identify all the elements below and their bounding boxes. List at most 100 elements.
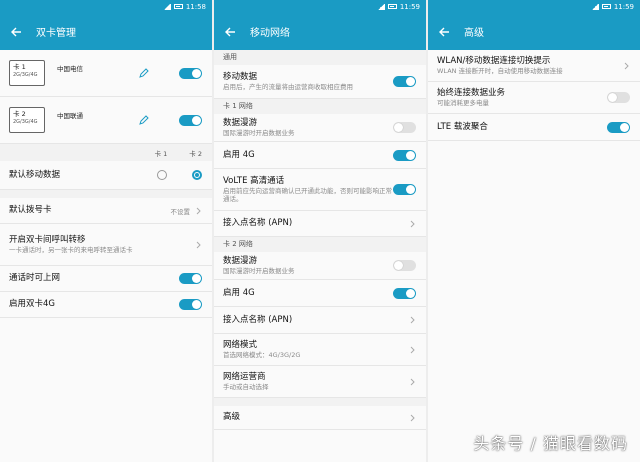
apn2-row[interactable]: 接入点名称 (APN) <box>214 307 426 334</box>
chevron-right-icon <box>194 207 202 215</box>
default-dial-value: 不设置 <box>170 207 191 216</box>
enable-4g-2-toggle[interactable] <box>393 287 416 299</box>
call-forward-subtitle: 一卡通话时，另一张卡的来电呼转至通话卡 <box>9 245 133 254</box>
section-card2: 卡 2 网络 <box>214 237 426 252</box>
signal-icon <box>162 3 171 10</box>
chevron-right-icon <box>408 346 416 354</box>
sim-card-icon: 卡 1 2G/3G/4G <box>9 60 45 86</box>
wlan-switch-subtitle: WLAN 连接断开时，自动使用移动数据连接 <box>437 66 563 75</box>
divider <box>214 398 426 406</box>
lte-ca-row: LTE 载波聚合 <box>428 114 640 141</box>
page-title: 移动网络 <box>250 28 290 39</box>
mobile-data-subtitle: 启用后，产生的流量将由运营商收取相应费用 <box>223 82 353 91</box>
default-dial-label: 默认拨号卡 <box>9 205 52 215</box>
roaming2-row: 数据漫游 国际漫游时开启数据业务 <box>214 252 426 280</box>
chevron-right-icon <box>194 241 202 249</box>
sim1-row: 卡 1 2G/3G/4G 中国电信 <box>0 50 212 97</box>
roaming2-subtitle: 国际漫游时开启数据业务 <box>223 266 295 275</box>
app-bar: 移动网络 <box>214 13 426 50</box>
advanced-row[interactable]: 高级 <box>214 406 426 430</box>
chevron-right-icon <box>408 316 416 324</box>
network-mode-title: 网络模式 <box>223 339 258 350</box>
chevron-right-icon <box>408 378 416 386</box>
enable-4g-2-label: 启用 4G <box>223 287 255 298</box>
lte-ca-toggle[interactable] <box>607 121 630 133</box>
call-online-toggle[interactable] <box>179 273 202 284</box>
sim1-toggle[interactable] <box>179 67 202 79</box>
enable-4g-1-toggle[interactable] <box>393 149 416 161</box>
default-data-card2-radio[interactable] <box>192 170 202 180</box>
roaming1-row: 数据漫游 国际漫游时开启数据业务 <box>214 114 426 142</box>
sim-card-icon: 卡 2 2G/3G/4G <box>9 107 45 133</box>
advanced-label: 高级 <box>223 412 241 422</box>
roaming1-title: 数据漫游 <box>223 117 258 128</box>
enable-dual-4g-label: 启用双卡4G <box>9 299 55 309</box>
call-online-row: 通话时可上网 <box>0 266 212 292</box>
apn1-row[interactable]: 接入点名称 (APN) <box>214 211 426 237</box>
status-bar: 11:59 <box>428 0 640 13</box>
status-bar: 11:59 <box>214 0 426 13</box>
call-forward-row[interactable]: 开启双卡间呼叫转移 一卡通话时，另一张卡的来电呼转至通话卡 <box>0 224 212 266</box>
col-card1: 卡 1 <box>154 149 168 158</box>
sim-carrier: 中国联通 <box>57 112 83 120</box>
back-arrow-icon[interactable] <box>8 24 24 40</box>
volte-toggle[interactable] <box>393 184 416 195</box>
sim-carrier: 中国电信 <box>57 65 83 73</box>
lte-ca-label: LTE 载波聚合 <box>437 121 488 132</box>
status-time: 11:58 <box>185 2 206 11</box>
status-time: 11:59 <box>613 2 634 11</box>
mobile-data-row: 移动数据 启用后，产生的流量将由运营商收取相应费用 <box>214 65 426 99</box>
chevron-right-icon <box>622 62 630 70</box>
roaming1-subtitle: 国际漫游时开启数据业务 <box>223 128 295 137</box>
enable-dual-4g-row: 启用双卡4G <box>0 292 212 318</box>
page-title: 高级 <box>464 28 484 39</box>
page-title: 双卡管理 <box>36 28 76 39</box>
app-bar: 高级 <box>428 13 640 50</box>
sim-name: 卡 1 <box>13 63 26 71</box>
edit-icon[interactable] <box>137 66 151 80</box>
default-dial-row[interactable]: 默认拨号卡 不设置 <box>0 198 212 224</box>
volte-row: VoLTE 高清通话 启用前应先向运营商确认已开通此功能，否则可能影响正常通话。 <box>214 169 426 211</box>
apn2-label: 接入点名称 (APN) <box>223 314 293 325</box>
back-arrow-icon[interactable] <box>222 24 238 40</box>
operator-title: 网络运营商 <box>223 371 266 382</box>
back-arrow-icon[interactable] <box>436 24 452 40</box>
wlan-switch-row[interactable]: WLAN/移动数据连接切换提示 WLAN 连接断开时，自动使用移动数据连接 <box>428 50 640 82</box>
volte-subtitle: 启用前应先向运营商确认已开通此功能，否则可能影响正常通话。 <box>223 186 392 204</box>
always-on-toggle[interactable] <box>607 92 630 103</box>
advanced-panel: 11:59 高级 WLAN/移动数据连接切换提示 WLAN 连接断开时，自动使用… <box>428 0 640 462</box>
app-bar: 双卡管理 <box>0 13 212 50</box>
roaming2-title: 数据漫游 <box>223 255 258 266</box>
chevron-right-icon <box>408 414 416 422</box>
always-on-title: 始终连接数据业务 <box>437 87 506 98</box>
enable-dual-4g-toggle[interactable] <box>179 299 202 310</box>
call-online-label: 通话时可上网 <box>9 273 61 283</box>
battery-icon <box>601 4 611 9</box>
status-time: 11:59 <box>399 2 420 11</box>
wlan-switch-title: WLAN/移动数据连接切换提示 <box>437 55 551 66</box>
always-on-row: 始终连接数据业务 可能消耗更多电量 <box>428 82 640 114</box>
roaming1-toggle[interactable] <box>393 122 416 133</box>
status-bar: 11:58 <box>0 0 212 13</box>
enable-4g-1-row: 启用 4G <box>214 142 426 169</box>
operator-row[interactable]: 网络运营商 手动或自动选择 <box>214 366 426 398</box>
edit-icon[interactable] <box>137 113 151 127</box>
enable-4g-1-label: 启用 4G <box>223 149 255 160</box>
sim-gen: 2G/3G/4G <box>13 72 38 78</box>
roaming2-toggle[interactable] <box>393 260 416 271</box>
mobile-data-toggle[interactable] <box>393 76 416 87</box>
apn1-label: 接入点名称 (APN) <box>223 218 293 228</box>
col-card2: 卡 2 <box>189 149 202 158</box>
network-mode-row[interactable]: 网络模式 首选网络模式：4G/3G/2G <box>214 334 426 366</box>
mobile-data-title: 移动数据 <box>223 71 258 82</box>
sim2-toggle[interactable] <box>179 114 202 126</box>
card-column-header: 卡 1 卡 2 <box>0 144 212 161</box>
sim-gen: 2G/3G/4G <box>13 119 38 125</box>
chevron-right-icon <box>408 220 416 228</box>
default-data-card1-radio[interactable] <box>157 170 167 180</box>
mobile-network-panel: 11:59 移动网络 通用 移动数据 启用后，产生的流量将由运营商收取相应费用 … <box>214 0 426 462</box>
operator-subtitle: 手动或自动选择 <box>223 382 269 391</box>
default-data-row: 默认移动数据 <box>0 161 212 190</box>
battery-icon <box>387 4 397 9</box>
dual-sim-panel: 11:58 双卡管理 卡 1 2G/3G/4G 中国电信 卡 2 2G/3G/4… <box>0 0 212 462</box>
